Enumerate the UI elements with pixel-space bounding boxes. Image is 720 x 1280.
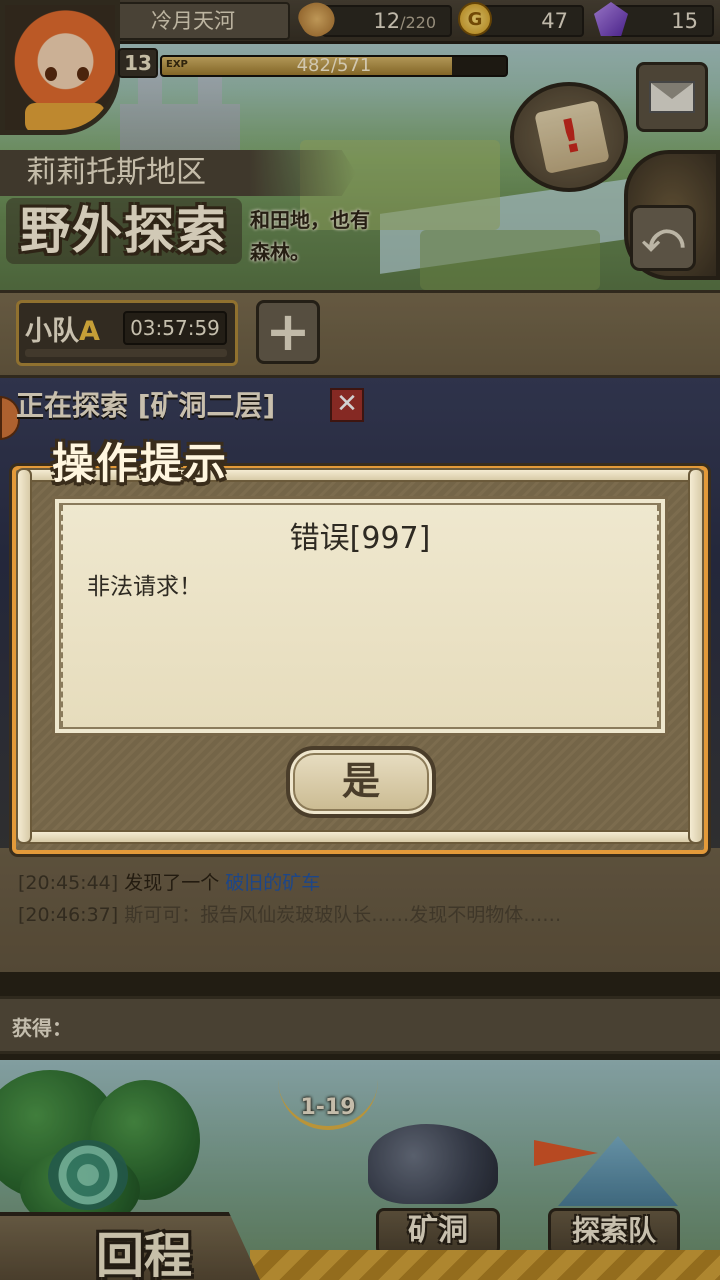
dialog-title: 操作提示 [52,439,229,488]
dialog-message: 非法请求！ [87,574,202,600]
operation-hint-dialog: 错误[997] 非法请求！ 操作提示 是 [12,439,708,854]
dialog-heading: 错误[997] [289,521,431,556]
dialog-rail-bottom [18,830,702,844]
dialog-post-right [688,468,704,844]
confirm-button[interactable]: 是 [286,746,436,818]
dialog-content-panel: 错误[997] 非法请求！ [52,496,668,736]
dialog-post-left [16,468,32,844]
